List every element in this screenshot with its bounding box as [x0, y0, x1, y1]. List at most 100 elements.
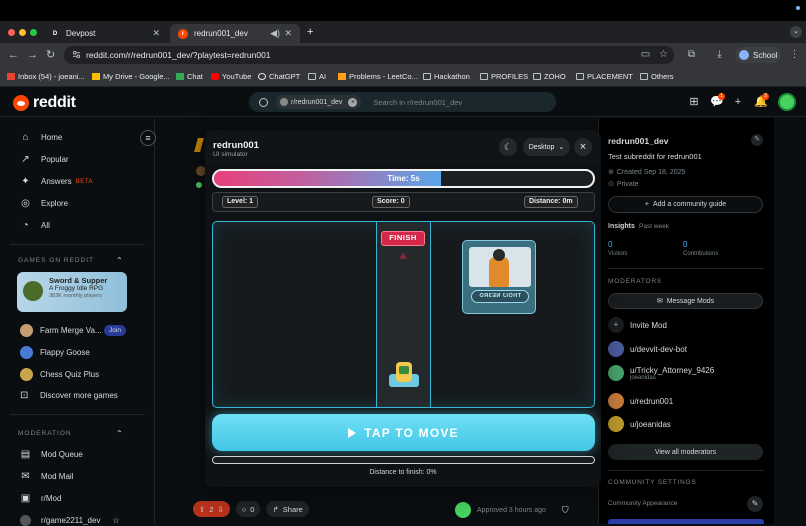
page-margin — [775, 118, 806, 524]
bookmark-leetcode[interactable]: Problems - LeetCo... — [338, 72, 418, 81]
bookmark-placement[interactable]: PLACEMENT — [576, 72, 633, 81]
sidebar-item-popular[interactable]: ↗ Popular — [20, 154, 68, 165]
url-field[interactable]: reddit.com/r/redrun001_dev/?playtest=red… — [64, 46, 674, 64]
bookmark-zoho[interactable]: ZOHO — [533, 72, 566, 81]
sidebar-item-mod-mail[interactable]: ✉ Mod Mail — [20, 471, 73, 482]
shield-icon[interactable]: ⛉ — [562, 505, 569, 516]
tab-title: Devpost — [66, 29, 96, 38]
browser-tab-redrun[interactable]: r redrun001_dev ◀) ✕ — [170, 24, 300, 43]
tap-to-move-button[interactable]: TAP TO MOVE — [212, 414, 595, 451]
contributions-label: Contributions — [683, 251, 719, 257]
extensions-icon[interactable]: ⧉ — [686, 49, 697, 60]
download-icon[interactable]: ⤓ — [714, 49, 725, 60]
share-button[interactable]: ↱ Share — [266, 501, 309, 517]
bookmark-ai[interactable]: AI — [308, 72, 326, 81]
downvote-icon[interactable]: ⇩ — [217, 505, 223, 514]
bookmark-drive[interactable]: My Drive - Google... — [92, 72, 170, 81]
comments-button[interactable]: ○ 0 — [235, 501, 261, 517]
close-tab-icon[interactable]: ✕ — [284, 28, 292, 39]
game-canvas: Time: 5s Level: 1 Score: 0 Distance: 0m … — [205, 164, 601, 487]
sidebar-item-rmod[interactable]: ▣ r/Mod — [20, 493, 62, 504]
clear-chip-icon[interactable]: × — [348, 97, 358, 107]
right-sidebar: redrun001_dev ✎ Test subreddit for redru… — [598, 118, 774, 524]
vote-pill[interactable]: ⇧ 2 ⇩ — [193, 501, 230, 517]
featured-game-card[interactable]: Sword & Supper A Froggy Idle RPG 383K mo… — [17, 272, 127, 312]
bookmark-youtube[interactable]: YouTube — [211, 72, 251, 81]
edit-appearance-icon[interactable]: ✎ — [747, 496, 763, 512]
dark-mode-toggle-icon[interactable]: ☾ — [499, 138, 517, 156]
game-item-flappy-goose[interactable]: Flappy Goose — [20, 346, 90, 359]
new-tab-button[interactable]: + — [307, 26, 313, 38]
upvote-icon[interactable]: ⇧ — [199, 505, 205, 514]
game-icon — [23, 281, 43, 301]
bookmark-inbox[interactable]: Inbox (54) - joeani... — [7, 72, 85, 81]
maximize-window-button[interactable] — [30, 29, 37, 36]
sidebar-item-game-dev[interactable]: r/game2211_dev ☆ — [20, 515, 120, 526]
close-tab-icon[interactable]: ✕ — [152, 28, 160, 39]
bookmark-others[interactable]: Others — [640, 72, 674, 81]
bookmarks-bar: Inbox (54) - joeani... My Drive - Google… — [0, 67, 806, 87]
reddit-logo[interactable]: reddit — [13, 94, 76, 112]
moderator-row[interactable]: u/redrun001 — [608, 393, 673, 409]
discover-games-link[interactable]: ⊡ Discover more games — [20, 390, 118, 401]
site-info-icon[interactable] — [72, 50, 81, 59]
card-button[interactable]: THOIJ NE3RO — [471, 290, 529, 303]
reload-icon[interactable]: ↻ — [46, 49, 55, 61]
forward-icon[interactable]: → — [27, 49, 38, 61]
audio-icon[interactable]: ◀) — [270, 28, 280, 39]
close-window-button[interactable] — [8, 29, 15, 36]
back-icon[interactable]: ← — [8, 49, 19, 61]
sidebar-item-explore[interactable]: ◎ Explore — [20, 198, 68, 209]
add-community-guide-button[interactable]: + Add a community guide — [608, 196, 763, 213]
sidebar-item-answers[interactable]: ✦ Answers BETA — [20, 176, 93, 187]
minimize-window-button[interactable] — [19, 29, 26, 36]
created-text: Created Sep 18, 2025 — [616, 169, 686, 176]
collapse-sidebar-button[interactable]: ≡ — [140, 130, 156, 146]
chat-icon — [176, 73, 184, 80]
character-card[interactable]: THOIJ NE3RO — [462, 240, 536, 314]
chevron-down-icon: ⌄ — [558, 144, 565, 151]
bookmark-hackathon[interactable]: Hackathon — [423, 72, 470, 81]
visitors-value: 0 — [608, 240, 613, 249]
profile-button[interactable]: School — [735, 47, 781, 63]
insights-range[interactable]: Past week — [639, 223, 669, 230]
tab-search-icon[interactable]: ⌄ — [790, 26, 802, 38]
gmail-icon — [7, 73, 15, 80]
install-app-icon[interactable]: ▭ — [640, 49, 651, 60]
collapse-chevron-icon[interactable]: ⌃ — [116, 429, 123, 438]
sidebar-item-mod-queue[interactable]: ▤ Mod Queue — [20, 449, 83, 460]
view-all-moderators-button[interactable]: View all moderators — [608, 444, 763, 460]
close-modal-button[interactable]: × — [574, 138, 592, 156]
game-item-farm-merge[interactable]: Farm Merge Va... — [20, 324, 102, 337]
moderator-row[interactable]: u/joeanidas — [608, 416, 671, 432]
sidebar-item-home[interactable]: ⌂ Home — [20, 132, 62, 143]
moderator-row[interactable]: u/devvit-dev-bot — [608, 341, 687, 357]
create-plus-icon[interactable]: + — [732, 96, 744, 108]
message-mods-button[interactable]: ✉ Message Mods — [608, 293, 763, 309]
bookmark-label: AI — [319, 72, 327, 81]
mod-tools-icon[interactable]: ⊞ — [688, 96, 700, 108]
sidebar-item-all[interactable]: ◔ All — [20, 220, 49, 231]
reddit-search-bar[interactable]: r/redrun001_dev × Search in r/redrun001_d… — [249, 92, 556, 112]
button-label: Add a community guide — [652, 201, 727, 208]
bookmark-star-icon[interactable]: ☆ — [658, 49, 669, 60]
up-arrow-icon — [399, 252, 407, 259]
game-item-chess-quiz[interactable]: Chess Quiz Plus — [20, 368, 99, 381]
browser-menu-icon[interactable]: ⋮ — [789, 49, 800, 60]
user-avatar[interactable] — [778, 93, 796, 111]
subreddit-search-chip[interactable]: r/redrun001_dev × — [276, 95, 362, 109]
game-avatar — [20, 368, 33, 381]
bookmark-chatgpt[interactable]: ChatGPT — [258, 72, 300, 81]
subreddit-avatar — [20, 515, 31, 526]
comment-count: 0 — [250, 504, 255, 514]
join-button[interactable]: Join — [104, 325, 126, 336]
invite-mod-button[interactable]: + Invite Mod — [608, 317, 667, 333]
collapse-chevron-icon[interactable]: ⌃ — [116, 256, 123, 265]
edit-pencil-icon[interactable]: ✎ — [751, 134, 763, 146]
mod-avatar — [608, 416, 624, 432]
moderator-row[interactable]: u/Tricky_Attorney_9426 joeanidas — [608, 365, 714, 381]
browser-tab-devpost[interactable]: D Devpost ✕ — [42, 24, 168, 43]
bookmark-profiles[interactable]: PROFILES — [480, 72, 528, 81]
bookmark-chat[interactable]: Chat — [176, 72, 203, 81]
device-select[interactable]: Desktop ⌄ — [523, 138, 570, 156]
